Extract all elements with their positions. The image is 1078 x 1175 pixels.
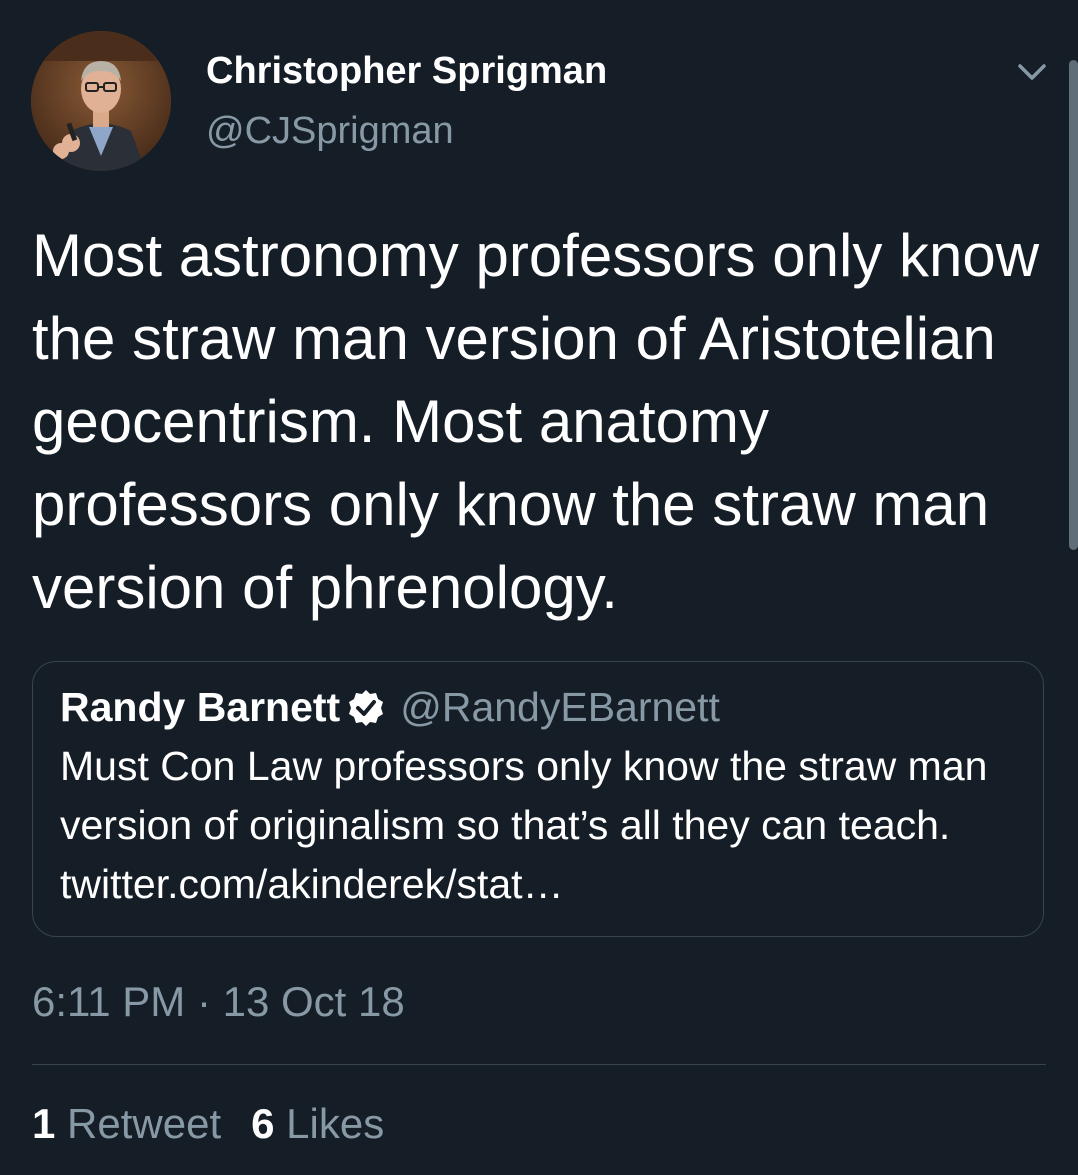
tweet-stats: 1 Retweet 6 Likes (32, 1100, 414, 1148)
quoted-tweet-card[interactable]: Randy Barnett @RandyEBarnett Must Con La… (32, 661, 1044, 937)
quoted-author-display-name: Randy Barnett (60, 684, 341, 730)
divider (32, 1064, 1046, 1065)
author-handle[interactable]: @CJSprigman (206, 110, 454, 153)
quoted-author-handle: @RandyEBarnett (400, 684, 720, 730)
scrollbar[interactable] (1069, 60, 1078, 550)
verified-badge-icon (346, 688, 386, 728)
retweets-count: 1 (32, 1100, 56, 1147)
tweet-timestamp[interactable]: 6:11 PM · 13 Oct 18 (32, 978, 405, 1026)
likes-count: 6 (251, 1100, 275, 1147)
author-display-name[interactable]: Christopher Sprigman (206, 50, 607, 93)
avatar-photo (31, 31, 171, 171)
retweets-stat[interactable]: 1 Retweet (32, 1100, 221, 1147)
quoted-tweet-text: Must Con Law professors only know the st… (60, 743, 988, 907)
likes-label: Likes (286, 1100, 385, 1147)
avatar[interactable] (31, 31, 171, 171)
likes-stat[interactable]: 6 Likes (251, 1100, 384, 1147)
tweet-detail: Christopher Sprigman @CJSprigman Most as… (0, 0, 1078, 1175)
chevron-down-icon[interactable] (1014, 56, 1050, 86)
quoted-tweet-header: Randy Barnett @RandyEBarnett (60, 684, 720, 731)
tweet-text: Most astronomy professors only know the … (32, 222, 1040, 621)
retweets-label: Retweet (67, 1100, 222, 1147)
